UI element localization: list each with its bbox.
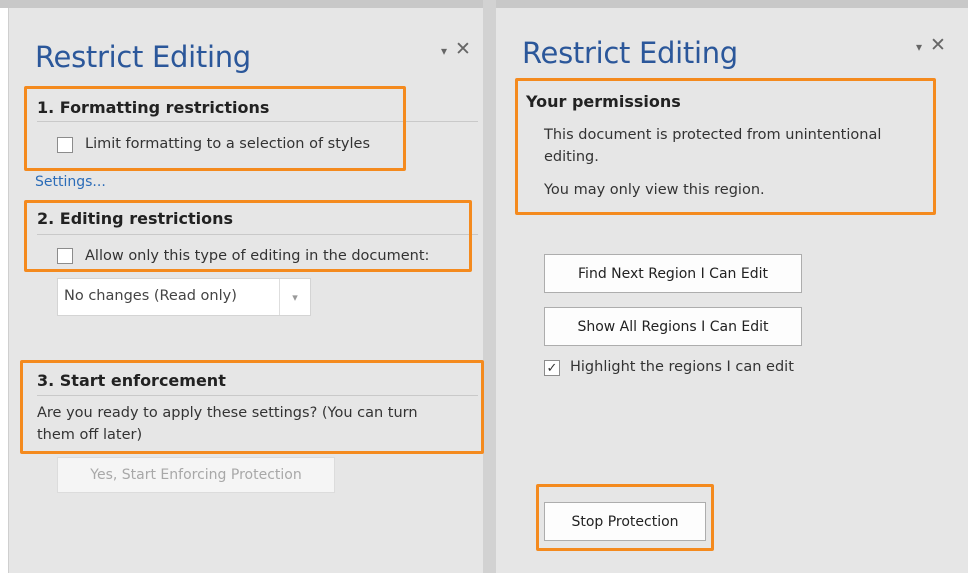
close-icon[interactable]: ✕ [930, 34, 946, 56]
annotation-box-formatting [24, 86, 406, 171]
close-icon[interactable]: ✕ [455, 38, 471, 60]
pane-options-dropdown-icon[interactable]: ▾ [916, 40, 922, 54]
pane-controls: ▾ ✕ [441, 38, 471, 60]
annotation-box-permissions [515, 78, 936, 215]
pane-title: Restrict Editing [35, 40, 251, 74]
annotation-box-enforcement [20, 360, 484, 454]
highlight-regions-label: Highlight the regions I can edit [570, 359, 794, 375]
start-enforcing-button[interactable]: Yes, Start Enforcing Protection [57, 457, 335, 493]
settings-link[interactable]: Settings... [35, 174, 106, 190]
annotation-box-editing [24, 200, 472, 272]
find-next-region-button[interactable]: Find Next Region I Can Edit [544, 254, 802, 293]
pane-title: Restrict Editing [522, 36, 738, 70]
show-all-regions-button[interactable]: Show All Regions I Can Edit [544, 307, 802, 346]
pane-options-dropdown-icon[interactable]: ▾ [441, 44, 447, 58]
editing-type-value: No changes (Read only) [64, 288, 237, 304]
checkmark-icon: ✓ [546, 360, 558, 376]
chevron-down-icon: ▾ [279, 279, 310, 315]
editing-type-dropdown[interactable]: No changes (Read only) ▾ [57, 278, 311, 316]
highlight-regions-checkbox[interactable]: ✓ [544, 360, 560, 376]
pane-separator [483, 0, 496, 573]
pane-controls: ▾ ✕ [916, 34, 946, 56]
annotation-box-stop-protection [536, 484, 714, 551]
